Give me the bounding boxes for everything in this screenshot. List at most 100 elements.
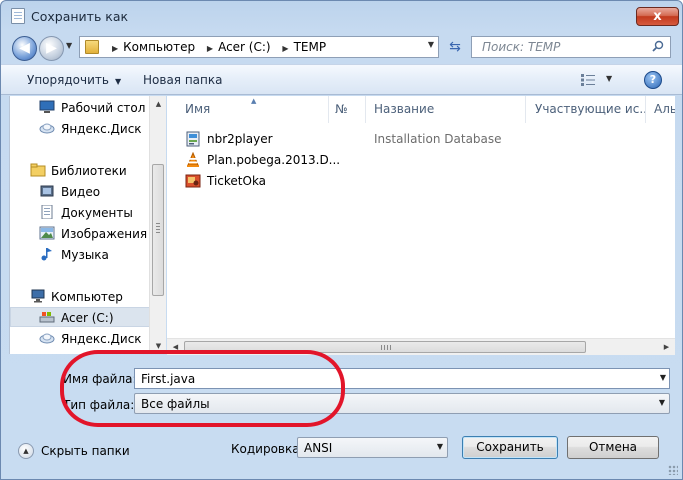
desktop-icon [39, 100, 55, 113]
resize-grip[interactable] [668, 465, 678, 475]
breadcrumb-temp[interactable]: TEMP [294, 40, 327, 54]
organize-button[interactable]: Упорядочить ▼ [27, 73, 121, 87]
filetype-value: Все файлы [141, 397, 210, 411]
file-type: Installation Database [374, 132, 502, 146]
scroll-down-icon[interactable]: ▼ [150, 338, 167, 354]
scroll-up-icon[interactable]: ▲ [150, 96, 167, 112]
chevron-down-icon[interactable]: ▼ [660, 373, 666, 382]
window-title: Сохранить как [31, 9, 129, 24]
video-icon [40, 185, 54, 197]
encoding-label: Кодировка: [231, 442, 304, 456]
column-header-label: Имя [185, 102, 211, 116]
nav-item-label: Видео [61, 185, 101, 199]
breadcrumb-computer[interactable]: Компьютер [123, 40, 195, 54]
view-details-icon[interactable] [581, 74, 595, 86]
filetype-label: Тип файла: [63, 398, 135, 412]
encoding-select[interactable]: ANSI ▼ [297, 437, 448, 458]
chevron-right-icon[interactable]: ▶ [112, 44, 118, 53]
nav-item-desktop[interactable]: Рабочий стол [10, 98, 150, 118]
address-bar[interactable]: ▶ Компьютер ▶ Acer (C:) ▶ TEMP ▼ [79, 36, 439, 58]
file-name: TicketOka [207, 174, 267, 188]
title-bar[interactable]: Сохранить как x [1, 1, 682, 31]
nav-item-label: Компьютер [51, 290, 123, 304]
nav-item-label: Яндекс.Диск [61, 122, 142, 136]
grip-icon [156, 223, 160, 233]
cancel-button[interactable]: Отмена [567, 436, 659, 459]
installer-icon [186, 131, 200, 147]
column-header-album[interactable]: Аль [646, 96, 675, 123]
breadcrumb-drive[interactable]: Acer (C:) [218, 40, 271, 54]
arrow-right-icon: ▶ [46, 40, 57, 56]
nav-item-yandex-disk-2[interactable]: Яндекс.Диск [10, 329, 150, 349]
nav-item-label: Документы [61, 206, 133, 220]
grip-icon [381, 345, 391, 350]
filename-field[interactable]: First.java ▼ [134, 368, 670, 389]
chevron-right-icon[interactable]: ▶ [282, 44, 288, 53]
nav-item-libraries[interactable]: Библиотеки [10, 161, 150, 181]
command-bar: Упорядочить ▼ Новая папка ▼ ? [1, 64, 682, 95]
images-icon [39, 226, 55, 240]
search-icon[interactable] [652, 40, 664, 52]
image-file-icon [185, 174, 201, 188]
nav-item-computer[interactable]: Компьютер [10, 287, 150, 307]
computer-icon [31, 289, 45, 303]
refresh-icon: ⇆ [449, 39, 461, 55]
breadcrumb: ▶ Компьютер ▶ Acer (C:) ▶ TEMP [104, 40, 326, 54]
arrow-left-icon: ◀ [19, 40, 30, 56]
nav-item-label: Библиотеки [51, 164, 127, 178]
nav-item-video[interactable]: Видео [10, 182, 150, 202]
nav-item-documents[interactable]: Документы [10, 203, 150, 223]
nav-item-label: Яндекс.Диск [61, 332, 142, 346]
refresh-button[interactable]: ⇆ [443, 37, 467, 57]
back-button[interactable]: ◀ [12, 36, 37, 61]
recent-pages-dropdown[interactable]: ▼ [66, 41, 72, 50]
column-header-number[interactable]: № [329, 96, 366, 123]
filename-value: First.java [141, 372, 196, 386]
chevron-right-icon[interactable]: ▶ [207, 44, 213, 53]
nav-item-images[interactable]: Изображения [10, 224, 150, 244]
encoding-value: ANSI [304, 441, 333, 455]
scroll-right-icon[interactable]: ▶ [658, 339, 675, 355]
nav-item-label: Изображения [61, 227, 148, 241]
hide-folders-label: Скрыть папки [41, 444, 130, 458]
chevron-down-icon: ▼ [658, 398, 665, 407]
chevron-up-icon: ▲ [18, 443, 34, 459]
list-scroll-thumb[interactable] [184, 341, 586, 353]
folder-icon [85, 40, 99, 54]
search-box[interactable]: Поиск: TEMP [471, 36, 671, 58]
close-button[interactable]: x [636, 7, 679, 26]
yandex-disk-icon [39, 333, 55, 344]
view-dropdown[interactable]: ▼ [606, 74, 612, 83]
help-button[interactable]: ? [644, 71, 662, 89]
filetype-select[interactable]: Все файлы ▼ [134, 393, 670, 414]
file-list: Имя ▲ № Название Участвующие ис... Аль n… [167, 96, 675, 354]
nav-item-yandex-disk[interactable]: Яндекс.Диск [10, 119, 150, 139]
forward-button[interactable]: ▶ [39, 36, 64, 61]
navigation-pane: Рабочий стол Яндекс.Диск Библиотеки Виде… [9, 96, 166, 354]
search-input[interactable]: Поиск: TEMP [482, 40, 560, 54]
address-dropdown[interactable]: ▼ [428, 40, 434, 49]
chevron-down-icon: ▼ [114, 77, 122, 86]
yandex-disk-icon [39, 123, 55, 134]
nav-scrollbar[interactable]: ▲ ▼ [149, 96, 166, 354]
list-horizontal-scrollbar[interactable]: ◀ ▶ [167, 338, 675, 355]
vlc-icon [187, 152, 199, 167]
new-folder-button[interactable]: Новая папка [143, 73, 222, 87]
libraries-icon [30, 163, 46, 177]
filename-label: Имя файла: [63, 372, 137, 386]
nav-item-music[interactable]: Музыка [10, 245, 150, 265]
save-as-dialog: Сохранить как x ◀ ▶ ▼ ▶ Компьютер ▶ Acer (… [0, 0, 683, 480]
nav-item-label: Acer (C:) [61, 311, 114, 325]
column-header-contributors[interactable]: Участвующие ис... [526, 96, 646, 123]
notepad-icon [11, 8, 25, 24]
column-header-name[interactable]: Имя ▲ [167, 96, 329, 123]
organize-label: Упорядочить [27, 73, 109, 87]
nav-item-acer-drive[interactable]: Acer (C:) [10, 307, 150, 327]
nav-scroll-thumb[interactable] [152, 164, 164, 296]
documents-icon [41, 205, 53, 219]
column-header-title[interactable]: Название [366, 96, 526, 123]
save-button[interactable]: Сохранить [462, 436, 558, 459]
chevron-down-icon: ▼ [436, 442, 443, 451]
scroll-left-icon[interactable]: ◀ [167, 339, 184, 355]
file-name: nbr2player [207, 132, 273, 146]
